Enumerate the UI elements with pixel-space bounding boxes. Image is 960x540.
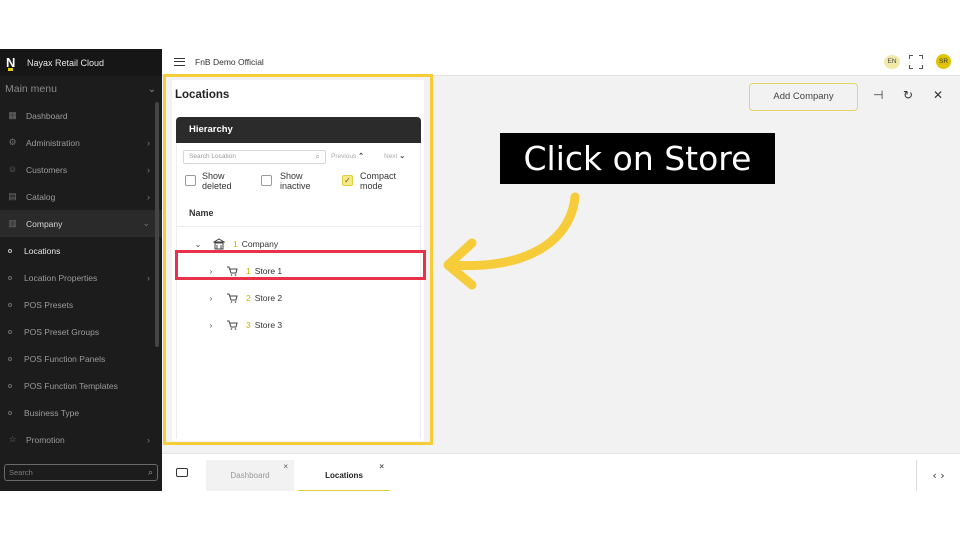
chevron-down-icon: ⌄ [142, 218, 150, 228]
bottom-tab-bar: Dashboard × Locations × ‹ › [162, 453, 960, 491]
chevron-down-icon: ⌄ [147, 83, 156, 95]
chevron-right-icon: › [147, 272, 150, 283]
sidebar-scrollbar[interactable] [155, 102, 159, 347]
bullet-icon [8, 275, 12, 280]
bullet-icon [8, 248, 12, 253]
bullet-icon [8, 302, 12, 307]
chevron-right-icon: › [147, 191, 150, 202]
brand-name: Nayax Retail Cloud [27, 57, 105, 68]
fullscreen-icon[interactable] [909, 55, 923, 69]
chevron-right-icon: › [147, 137, 150, 148]
sidebar-item-dashboard[interactable]: ▦ Dashboard [0, 102, 162, 129]
store-highlight-box [175, 250, 426, 280]
organization-name: FnB Demo Official [195, 57, 264, 67]
sidebar-subitem-label: POS Preset Groups [24, 326, 100, 337]
bullet-icon [8, 329, 12, 334]
tab-label: Dashboard [230, 471, 270, 480]
language-selector[interactable]: EN [884, 55, 900, 69]
sidebar-subitem-label: Business Type [24, 407, 80, 418]
main-menu-label: Main menu [5, 83, 57, 95]
search-icon: ⌕ [147, 467, 153, 477]
sidebar-item-label: Promotion [26, 434, 65, 445]
customers-icon: ☺ [7, 164, 18, 174]
sidebar-subitem-locations[interactable]: Locations [0, 237, 162, 264]
sidebar-subitem-label: POS Function Templates [24, 380, 118, 391]
tab-locations[interactable]: Locations × [298, 460, 390, 491]
sidebar-item-label: Company [26, 218, 63, 229]
add-company-button[interactable]: Add Company [749, 83, 858, 111]
sidebar: N Nayax Retail Cloud Main menu ⌄ ▦ Dashb… [0, 49, 162, 491]
sidebar-subitem-location-properties[interactable]: Location Properties › [0, 264, 162, 291]
top-bar: FnB Demo Official EN SR [162, 49, 960, 76]
chevron-right-icon: › [147, 434, 150, 445]
tabs-toggle-icon[interactable] [176, 468, 188, 477]
sidebar-item-administration[interactable]: ⚙ Administration › [0, 129, 162, 156]
close-tab-icon[interactable]: × [379, 451, 384, 483]
refresh-icon[interactable]: ↻ [903, 88, 913, 102]
sidebar-subitem-pos-preset-groups[interactable]: POS Preset Groups [0, 318, 162, 345]
sidebar-item-catalog[interactable]: ▤ Catalog › [0, 183, 162, 210]
dashboard-icon: ▦ [8, 110, 17, 120]
search-placeholder: Search [9, 468, 33, 477]
close-tab-icon[interactable]: × [283, 451, 288, 483]
tab-dashboard[interactable]: Dashboard × [206, 460, 294, 491]
sidebar-item-company[interactable]: ▥ Company ⌄ [0, 210, 162, 237]
sidebar-subitem-label: POS Presets [24, 299, 74, 310]
sidebar-subitem-pos-function-templates[interactable]: POS Function Templates [0, 372, 162, 399]
sidebar-subitem-business-type[interactable]: Business Type [0, 399, 162, 426]
sidebar-subitem-label: Locations [24, 245, 61, 256]
company-icon: ▥ [8, 218, 17, 228]
sidebar-item-label: Dashboard [26, 110, 68, 121]
hamburger-menu-icon[interactable] [174, 58, 185, 66]
chevron-right-icon: › [147, 164, 150, 175]
sidebar-item-customers[interactable]: ☺ Customers › [0, 156, 162, 183]
bullet-icon [8, 356, 12, 361]
detach-icon[interactable]: ⊣ [873, 88, 883, 102]
tab-label: Locations [325, 471, 363, 480]
sidebar-subitem-label: POS Function Panels [24, 353, 106, 364]
gear-icon: ⚙ [8, 137, 17, 147]
nayax-logo: N [6, 55, 20, 71]
tab-scroll-arrows[interactable]: ‹ › [916, 460, 960, 491]
close-icon[interactable]: ✕ [933, 88, 943, 102]
sidebar-subitem-pos-function-panels[interactable]: POS Function Panels [0, 345, 162, 372]
user-avatar[interactable]: SR [936, 54, 951, 69]
sidebar-subitem-label: Location Properties [24, 272, 98, 283]
sidebar-nav: ▦ Dashboard ⚙ Administration › ☺ Custome… [0, 102, 162, 453]
instruction-callout: Click on Store [500, 133, 775, 184]
brand-bar: N Nayax Retail Cloud [0, 49, 162, 76]
star-icon: ☆ [8, 434, 17, 444]
catalog-icon: ▤ [8, 191, 17, 201]
sidebar-search-input[interactable]: Search ⌕ [4, 464, 158, 481]
bullet-icon [8, 383, 12, 388]
sidebar-subitem-pos-presets[interactable]: POS Presets [0, 291, 162, 318]
sidebar-item-label: Administration [26, 137, 80, 148]
main-menu-toggle[interactable]: Main menu ⌄ [0, 76, 162, 102]
sidebar-item-label: Catalog [26, 191, 56, 202]
bullet-icon [8, 410, 12, 415]
curved-arrow-icon [443, 192, 580, 290]
sidebar-item-label: Customers [26, 164, 68, 175]
sidebar-item-promotion[interactable]: ☆ Promotion › [0, 426, 162, 453]
